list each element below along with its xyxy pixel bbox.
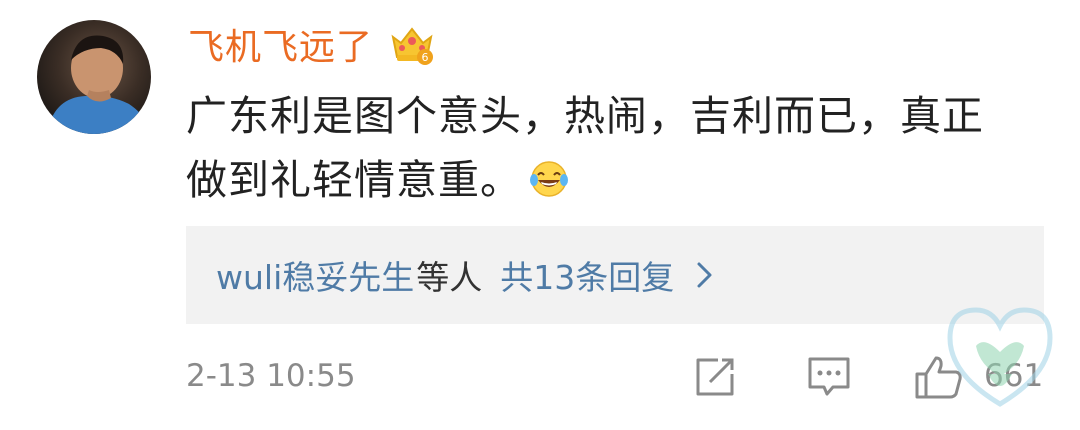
comment-text-line1: 广东利是图个意头，热闹，吉利而已，真正 (186, 92, 984, 140)
thumbs-up-icon (915, 356, 962, 399)
share-icon (696, 358, 734, 396)
comment-button[interactable] (804, 352, 854, 402)
laughing-tears-emoji-icon (530, 161, 568, 197)
comment-text-line2: 做到礼轻情意重。 (186, 156, 522, 204)
username[interactable]: 飞机飞远了 (188, 18, 373, 70)
reply-others-label: 等人 (416, 258, 483, 297)
reply-user-link[interactable]: wuli稳妥先生 (216, 251, 414, 299)
comment-item: 飞机飞远了 6 广东利是图个意头，热闹，吉利而已，真正 做到礼轻情意重。 wul… (0, 0, 1080, 430)
comment-footer: 2-13 10:55 661 (186, 352, 1056, 404)
comment-text: 广东利是图个意头，热闹，吉利而已，真正 做到礼轻情意重。 (186, 84, 1056, 212)
crown-badge-icon[interactable]: 6 (389, 21, 435, 67)
comment-text-line2-row: 做到礼轻情意重。 (186, 148, 1056, 212)
timestamp: 2-13 10:55 (186, 358, 356, 394)
like-count: 661 (984, 358, 1044, 394)
avatar[interactable] (37, 20, 151, 134)
chevron-right-icon (697, 262, 712, 288)
reply-total-link[interactable]: 共13条回复 (500, 251, 674, 299)
badge-level: 6 (422, 51, 429, 64)
comment-icon (808, 357, 850, 396)
share-button[interactable] (690, 352, 740, 402)
like-button[interactable] (914, 352, 964, 402)
replies-summary[interactable]: wuli稳妥先生 等人 共13条回复 (186, 226, 1044, 324)
username-row: 飞机飞远了 6 (188, 18, 435, 70)
